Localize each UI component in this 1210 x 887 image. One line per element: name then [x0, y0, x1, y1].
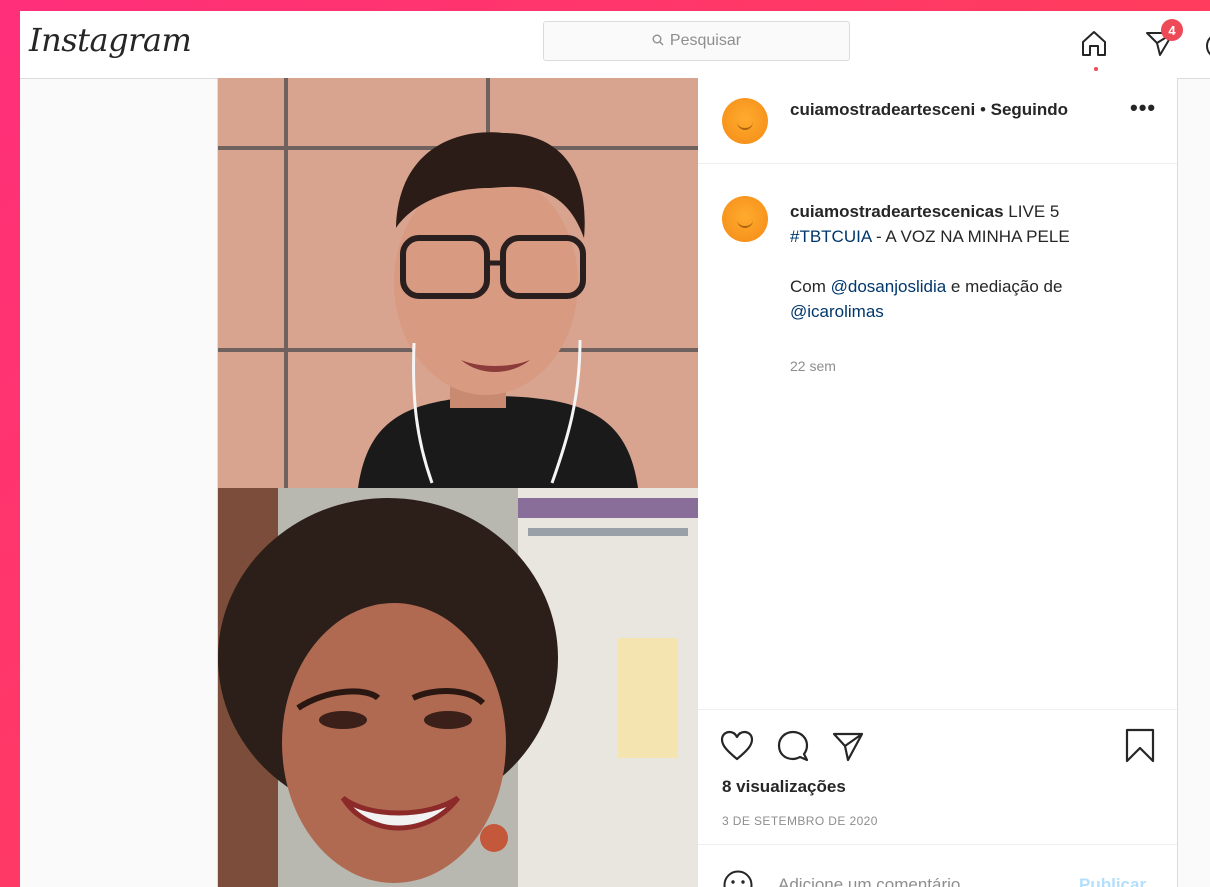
post-actions-section: 8 visualizações 3 DE SETEMBRO DE 2020 Pu… — [698, 709, 1177, 887]
caption-timestamp[interactable]: 22 sem — [790, 358, 836, 374]
comment-input[interactable] — [778, 875, 1038, 887]
post-video[interactable] — [218, 78, 698, 887]
header-separator: • — [979, 100, 986, 119]
caption-mention[interactable]: @icarolimas — [790, 302, 884, 321]
share-icon[interactable] — [831, 730, 865, 767]
home-active-indicator — [1094, 67, 1098, 71]
publish-button[interactable]: Publicar — [1079, 875, 1146, 887]
home-icon[interactable] — [1078, 27, 1110, 59]
caption-text: LIVE 5 — [1008, 202, 1060, 221]
post-header: cuiamostradeartesceni • Seguindo ••• — [698, 78, 1177, 164]
like-heart-icon[interactable] — [720, 730, 754, 767]
bookmark-icon[interactable] — [1124, 728, 1156, 769]
caption-username[interactable]: cuiamostradeartescenicas — [790, 202, 1004, 221]
comment-bubble-icon[interactable] — [776, 730, 810, 767]
more-options-icon[interactable]: ••• — [1130, 95, 1156, 121]
author-header: cuiamostradeartesceni • Seguindo — [790, 100, 1068, 120]
emoji-icon[interactable] — [722, 869, 754, 887]
search-icon — [652, 34, 664, 49]
post-details-panel: cuiamostradeartesceni • Seguindo ••• cui… — [698, 78, 1177, 887]
notification-badge: 4 — [1161, 19, 1183, 41]
explore-icon[interactable] — [1204, 31, 1210, 61]
author-username[interactable]: cuiamostradeartesceni — [790, 100, 975, 119]
caption-avatar[interactable] — [722, 196, 768, 242]
caption-text: - A VOZ NA MINHA PELE — [875, 227, 1070, 246]
caption-text: Com — [790, 277, 826, 296]
search-box[interactable]: Pesquisar — [543, 21, 850, 61]
live-guest-video-top — [218, 78, 698, 488]
caption-text: e mediação de — [950, 277, 1063, 296]
comment-composer: Publicar — [698, 844, 1177, 887]
caption-hashtag[interactable]: #TBTCUIA — [790, 227, 871, 246]
top-nav-bar: Instagram Pesquisar 4 — [20, 11, 1210, 79]
instagram-logo[interactable]: Instagram — [29, 21, 192, 59]
post-modal: cuiamostradeartesceni • Seguindo ••• cui… — [217, 78, 1178, 887]
browser-viewport: Instagram Pesquisar 4 cuiamostradeartesc… — [20, 11, 1210, 887]
live-guest-video-bottom — [218, 488, 698, 887]
post-date: 3 DE SETEMBRO DE 2020 — [722, 814, 878, 828]
follow-status-button[interactable]: Seguindo — [991, 100, 1068, 119]
author-avatar[interactable] — [722, 98, 768, 144]
view-count[interactable]: 8 visualizações — [722, 777, 846, 797]
search-placeholder: Pesquisar — [669, 32, 742, 49]
post-caption: cuiamostradeartescenicas LIVE 5 #TBTCUIA… — [790, 199, 1150, 324]
caption-mention[interactable]: @dosanjoslidia — [831, 277, 947, 296]
